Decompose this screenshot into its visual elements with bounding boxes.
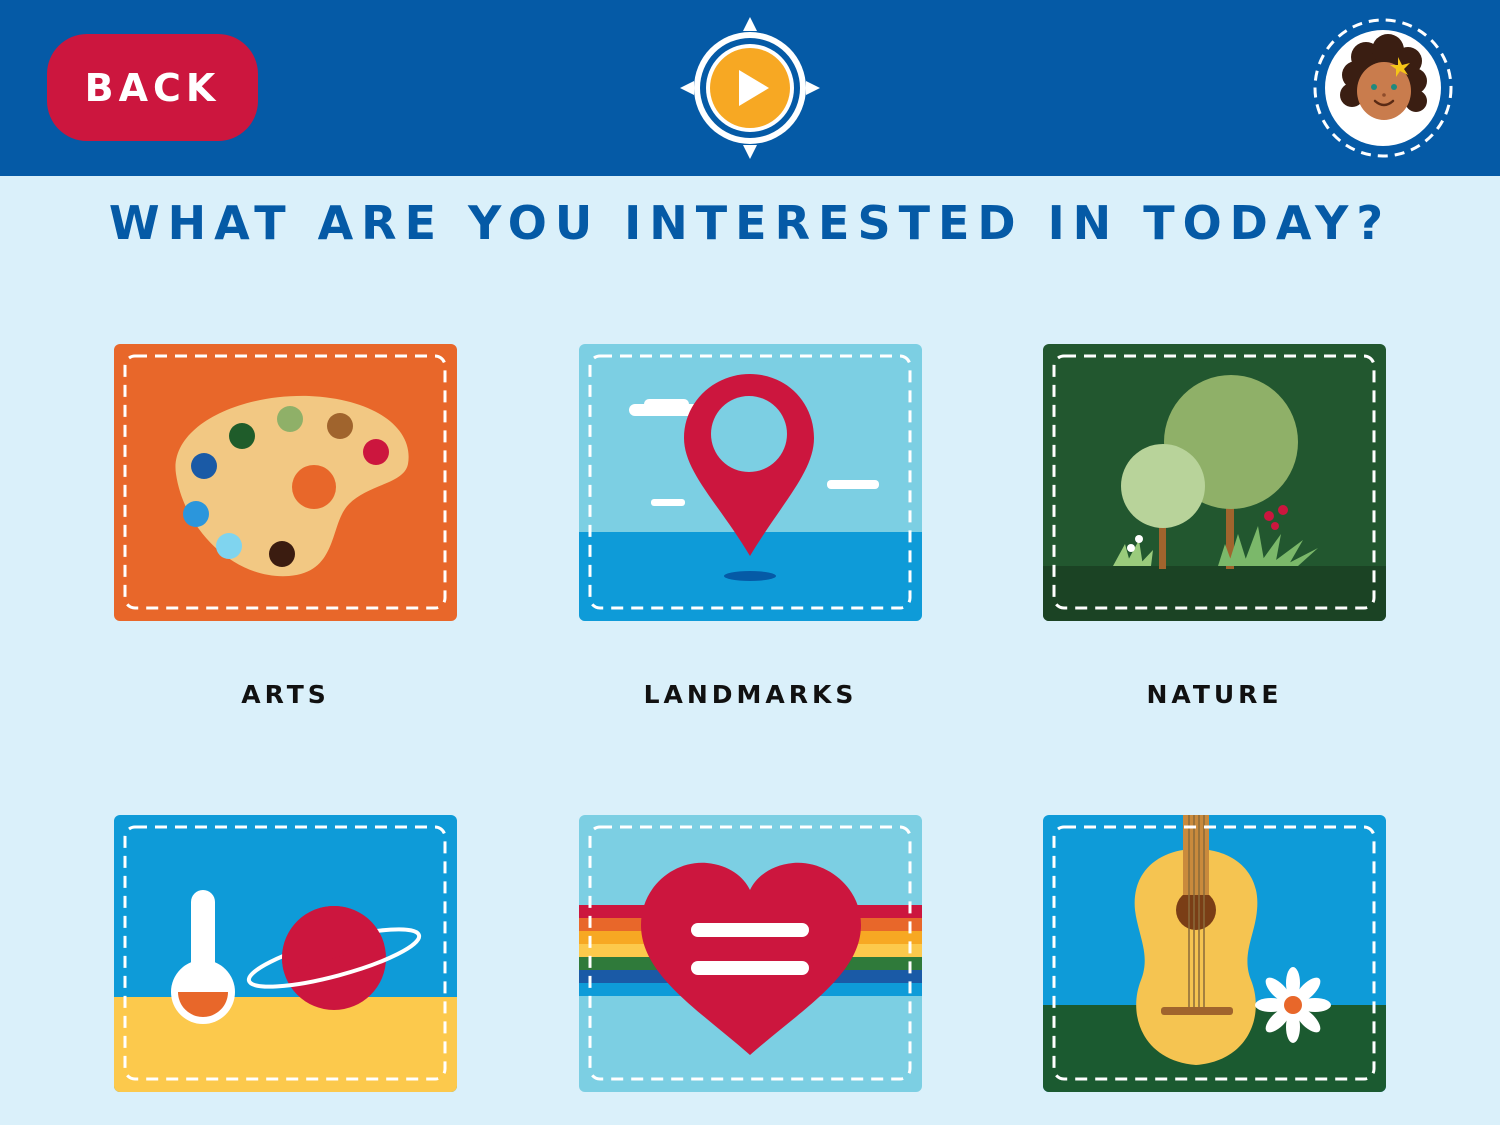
back-button[interactable]: BACK xyxy=(47,34,258,141)
category-card-equality[interactable] xyxy=(579,815,922,1092)
category-label-arts: ARTS xyxy=(241,680,330,709)
map-pin-icon xyxy=(579,344,922,621)
category-card-landmarks[interactable] xyxy=(579,344,922,621)
category-card-arts[interactable] xyxy=(114,344,457,621)
trees-icon xyxy=(1043,344,1386,621)
girl-avatar-icon xyxy=(1313,18,1453,158)
guitar-flower-icon xyxy=(1043,815,1386,1092)
avatar-button[interactable] xyxy=(1312,17,1454,159)
flask-planet-icon xyxy=(114,815,457,1092)
play-icon xyxy=(680,17,820,159)
category-card-nature[interactable] xyxy=(1043,344,1386,621)
category-label-nature: NATURE xyxy=(1146,680,1283,709)
paint-palette-icon xyxy=(114,344,457,621)
category-card-science[interactable] xyxy=(114,815,457,1092)
rainbow-heart-icon xyxy=(579,815,922,1092)
category-label-landmarks: LANDMARKS xyxy=(643,680,858,709)
play-button[interactable] xyxy=(680,17,820,159)
page-heading: WHAT ARE YOU INTERESTED IN TODAY? xyxy=(108,196,1392,250)
category-card-music[interactable] xyxy=(1043,815,1386,1092)
